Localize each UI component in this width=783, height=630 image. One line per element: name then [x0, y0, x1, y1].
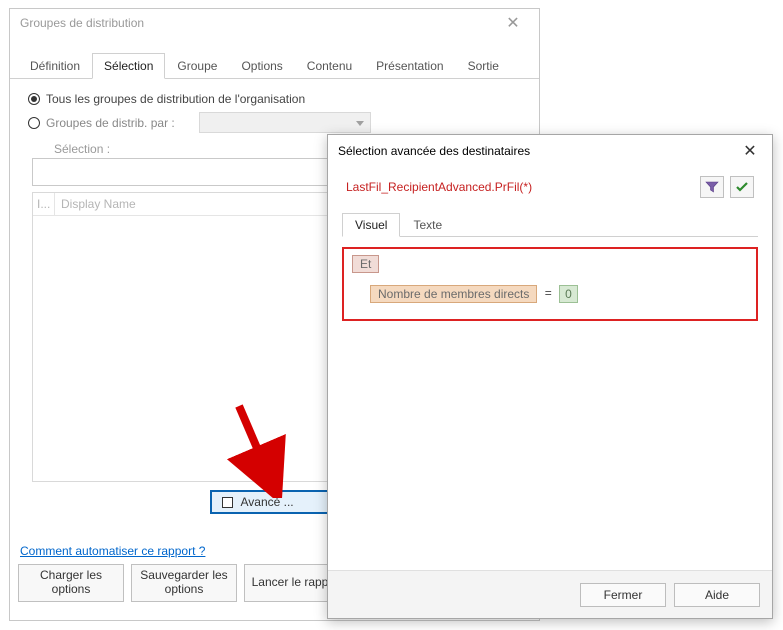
main-titlebar: Groupes de distribution ✕ [10, 9, 539, 37]
tab-selection[interactable]: Sélection [92, 53, 165, 79]
main-title: Groupes de distribution [20, 16, 144, 30]
advanced-checkbox[interactable] [222, 497, 233, 508]
expression-field[interactable]: Nombre de membres directs [370, 285, 537, 303]
tab-contenu[interactable]: Contenu [295, 53, 364, 78]
expression-comparator[interactable]: = [541, 286, 556, 300]
advanced-label: Avancé ... [241, 495, 294, 509]
dialog-help-button[interactable]: Aide [674, 583, 760, 607]
filter-filename: LastFil_RecipientAdvanced.PrFil(*) [346, 180, 532, 194]
groups-by-combo[interactable] [199, 112, 371, 133]
radio-groups-by-label: Groupes de distrib. par : [46, 116, 175, 130]
radio-groups-by-row[interactable]: Groupes de distrib. par : [28, 109, 521, 136]
dialog-tabstrip: Visuel Texte [342, 213, 758, 237]
save-options-button[interactable]: Sauvegarder les options [131, 564, 237, 602]
dialog-footer: Fermer Aide [328, 570, 772, 618]
radio-all-groups[interactable] [28, 93, 40, 105]
list-col-icon[interactable]: I... [33, 193, 55, 215]
radio-groups-by[interactable] [28, 117, 40, 129]
radio-all-groups-row[interactable]: Tous les groupes de distribution de l'or… [28, 89, 521, 109]
dialog-titlebar: Sélection avancée des destinataires ✕ [328, 135, 772, 167]
tab-presentation[interactable]: Présentation [364, 53, 455, 78]
tab-definition[interactable]: Définition [18, 53, 92, 78]
filter-icon-button[interactable] [700, 176, 724, 198]
main-tabstrip: Définition Sélection Groupe Options Cont… [10, 53, 539, 79]
tab-groupe[interactable]: Groupe [165, 53, 229, 78]
dialog-file-row: LastFil_RecipientAdvanced.PrFil(*) [342, 173, 758, 201]
apply-icon-button[interactable] [730, 176, 754, 198]
main-close-button[interactable]: ✕ [493, 9, 533, 37]
advanced-button[interactable]: Avancé ... [210, 490, 340, 514]
dialog-body: LastFil_RecipientAdvanced.PrFil(*) Visue… [328, 167, 772, 570]
dialog-close-button[interactable]: ✕ [728, 135, 772, 167]
expression-clause: Nombre de membres directs = 0 [370, 285, 748, 303]
dialog-tab-visuel[interactable]: Visuel [342, 213, 400, 237]
advanced-selection-dialog: Sélection avancée des destinataires ✕ La… [327, 134, 773, 619]
load-options-button[interactable]: Charger les options [18, 564, 124, 602]
expression-operator[interactable]: Et [352, 255, 379, 273]
dialog-tab-texte[interactable]: Texte [400, 213, 455, 236]
radio-all-groups-label: Tous les groupes de distribution de l'or… [46, 92, 305, 106]
tab-options[interactable]: Options [229, 53, 294, 78]
dialog-title: Sélection avancée des destinataires [338, 144, 530, 158]
expression-area[interactable]: Et Nombre de membres directs = 0 [342, 247, 758, 321]
expression-value[interactable]: 0 [559, 285, 578, 303]
tab-sortie[interactable]: Sortie [456, 53, 511, 78]
automate-report-link[interactable]: Comment automatiser ce rapport ? [20, 544, 205, 558]
dialog-close-footer-button[interactable]: Fermer [580, 583, 666, 607]
